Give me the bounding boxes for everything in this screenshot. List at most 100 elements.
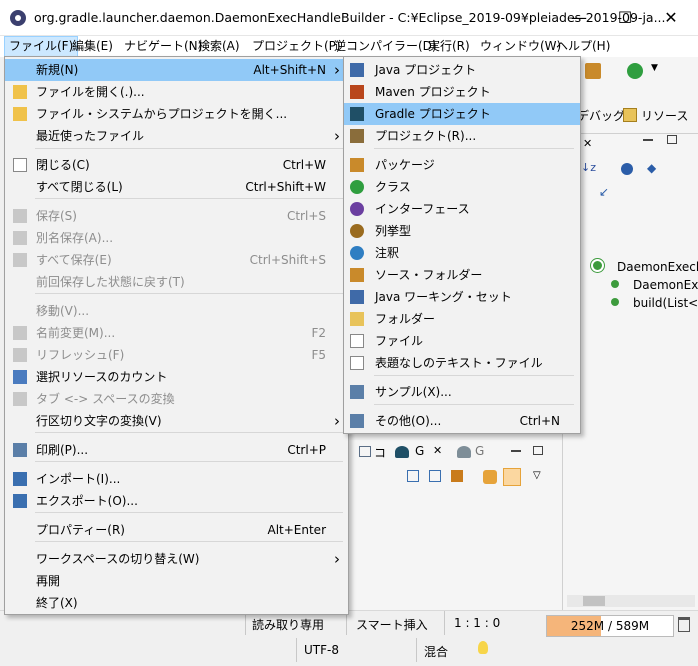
collapse-all-icon[interactable] [429, 470, 441, 482]
menu-item-label: すべて閉じる(L) [36, 180, 123, 194]
heap-status[interactable]: 252M / 589M [546, 615, 674, 637]
menu-help[interactable]: ヘルプ(H) [552, 36, 614, 57]
new-menu-package[interactable]: パッケージ [344, 154, 580, 176]
debug-perspective[interactable]: デバッグ [577, 107, 625, 124]
maximize-button[interactable]: ☐ [602, 0, 648, 36]
tab-gradle-tasks[interactable]: G [415, 444, 424, 458]
file-menu-new[interactable]: 新規(N) Alt+Shift+N › [5, 59, 348, 81]
menu-bar: ファイル(F) 編集(E) ナビゲート(N) 検索(A) プロジェクト(P) 逆… [0, 36, 698, 57]
new-menu-file[interactable]: ファイル [344, 330, 580, 352]
eclipse-app-icon [10, 10, 26, 26]
file-menu-open-projects-from-filesystem[interactable]: ファイル・システムからプロジェクトを開く... [5, 103, 348, 125]
close-button[interactable]: ✕ [648, 0, 694, 36]
new-menu-gradle-project[interactable]: Gradle プロジェクト [344, 103, 580, 125]
view-menu-icon[interactable]: ▽ [533, 470, 541, 481]
menu-edit[interactable]: 編集(E) [68, 36, 117, 57]
new-menu-interface[interactable]: インターフェース [344, 198, 580, 220]
package-icon [350, 158, 364, 172]
menu-item-label: 注釈 [375, 246, 400, 260]
run-icon[interactable] [627, 63, 643, 79]
save-icon [13, 209, 27, 223]
maximize-view-icon[interactable] [667, 135, 677, 144]
new-menu-example[interactable]: サンプル(X)... [344, 381, 580, 403]
file-menu-print[interactable]: 印刷(P)... Ctrl+P [5, 439, 348, 461]
horizontal-scrollbar[interactable] [567, 595, 695, 607]
maximize-view-icon[interactable] [533, 446, 543, 455]
lightbulb-icon[interactable] [478, 641, 488, 654]
menu-item-label: プロパティー(R) [36, 523, 125, 537]
file-menu-close-all[interactable]: すべて閉じる(L) Ctrl+Shift+W [5, 176, 348, 198]
filter-icon[interactable] [621, 163, 633, 175]
tab-console[interactable]: コ [374, 444, 386, 461]
file-menu-recent-files[interactable]: 最近使ったファイル › [5, 125, 348, 147]
minimize-view-icon[interactable] [511, 450, 521, 452]
other-icon [350, 414, 364, 428]
enum-icon [350, 224, 364, 238]
file-menu-exit[interactable]: 終了(X) [5, 592, 348, 614]
status-line-delimiter[interactable]: 混合 [424, 643, 448, 660]
file-menu-open-file[interactable]: ファイルを開く(.)... [5, 81, 348, 103]
tree-item-method[interactable]: build(List< [633, 296, 698, 310]
new-menu-untitled-text-file[interactable]: 表題なしのテキスト・ファイル [344, 352, 580, 374]
menu-separator [35, 432, 343, 433]
file-menu-count-resources[interactable]: 選択リソースのカウント [5, 366, 348, 388]
refresh-icon[interactable] [483, 470, 497, 484]
menu-item-label: ファイル [375, 334, 424, 348]
toolbar-icon[interactable] [585, 63, 601, 79]
menu-item-label: ファイル・システムからプロジェクトを開く... [36, 107, 288, 121]
link-icon[interactable]: ↙ [599, 185, 609, 199]
file-menu-move: 移動(V)... [5, 300, 348, 322]
menu-item-label: 閉じる(C) [36, 158, 90, 172]
tab-gradle-executions[interactable]: G [475, 444, 484, 458]
new-menu-java-working-set[interactable]: Java ワーキング・セット [344, 286, 580, 308]
minimize-button[interactable]: — [556, 0, 602, 36]
tree-item-constructor[interactable]: DaemonEx [633, 278, 698, 292]
scroll-thumb[interactable] [583, 596, 605, 606]
dropdown-icon[interactable]: ▼ [651, 63, 658, 73]
menu-run[interactable]: 実行(R) [424, 36, 474, 57]
filter-tasks-icon[interactable] [451, 470, 463, 482]
trash-icon[interactable] [678, 617, 690, 632]
link-with-selection-icon[interactable] [503, 468, 521, 486]
tree-item-class[interactable]: DaemonExech [617, 260, 698, 274]
new-menu-class[interactable]: クラス [344, 176, 580, 198]
new-menu-folder[interactable]: フォルダー [344, 308, 580, 330]
menu-item-label: インポート(I)... [36, 472, 121, 486]
menu-item-shortcut: Alt+Shift+N [253, 63, 326, 77]
hide-static-icon[interactable]: ◆ [647, 161, 656, 175]
rename-icon [13, 326, 27, 340]
right-panel: ▼ デバッグ リソース ✕ ↓z ◆ ↙ DaemonExech DaemonE… [562, 57, 698, 610]
open-file-icon [13, 85, 27, 99]
example-icon [350, 385, 364, 399]
new-menu-java-project[interactable]: Java プロジェクト [344, 59, 580, 81]
menu-item-label: 再開 [36, 574, 61, 588]
menu-item-label: リフレッシュ(F) [36, 348, 125, 362]
new-menu-other[interactable]: その他(O)... Ctrl+N [344, 410, 580, 432]
gradle-project-icon [350, 107, 364, 121]
menu-separator [35, 293, 343, 294]
file-menu-import[interactable]: インポート(I)... [5, 468, 348, 490]
expand-all-icon[interactable] [407, 470, 419, 482]
resource-perspective[interactable]: リソース [641, 107, 688, 124]
new-menu-maven-project[interactable]: Maven プロジェクト [344, 81, 580, 103]
new-menu-enum[interactable]: 列挙型 [344, 220, 580, 242]
menu-search[interactable]: 検索(A) [194, 36, 244, 57]
minimize-view-icon[interactable] [643, 139, 653, 141]
new-menu-project[interactable]: プロジェクト(R)... [344, 125, 580, 147]
menu-item-label: インターフェース [375, 202, 470, 216]
file-menu-properties[interactable]: プロパティー(R) Alt+Enter [5, 519, 348, 541]
file-menu-export[interactable]: エクスポート(O)... [5, 490, 348, 512]
file-menu-close[interactable]: 閉じる(C) Ctrl+W [5, 154, 348, 176]
open-projects-from-filesystem-icon [13, 107, 27, 121]
tab-close-icon[interactable]: ✕ [433, 444, 442, 457]
new-menu-annotation[interactable]: 注釈 [344, 242, 580, 264]
view-close-icon[interactable]: ✕ [583, 137, 592, 150]
file-menu-restart[interactable]: 再開 [5, 570, 348, 592]
status-encoding[interactable]: UTF-8 [304, 643, 339, 657]
menu-separator [35, 541, 343, 542]
sort-icon[interactable]: ↓z [581, 161, 596, 174]
file-menu-switch-workspace[interactable]: ワークスペースの切り替え(W) › [5, 548, 348, 570]
menu-item-shortcut: Alt+Enter [267, 523, 326, 537]
new-menu-source-folder[interactable]: ソース・フォルダー [344, 264, 580, 286]
file-menu-convert-line-delimiters[interactable]: 行区切り文字の変換(V) › [5, 410, 348, 432]
